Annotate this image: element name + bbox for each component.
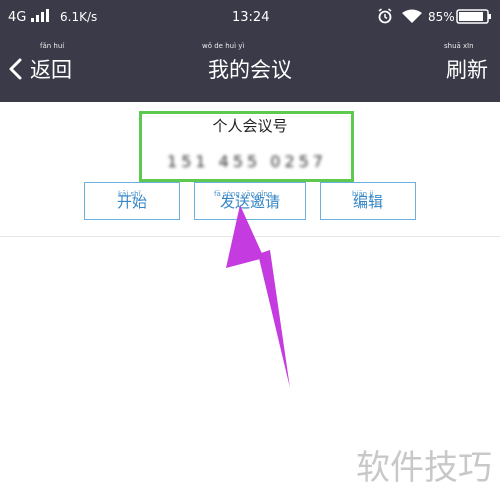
send-invite-pinyin: fā sòng yāo qǐng — [214, 190, 273, 198]
header-bar: 返回 fǎn huí 我的会议 wǒ de huì yì 刷新 shuā xīn — [0, 36, 500, 102]
edit-button[interactable]: 编辑 — [320, 182, 416, 220]
divider — [0, 236, 500, 237]
back-pinyin: fǎn huí — [40, 42, 65, 50]
battery-percent: 85% — [428, 10, 455, 24]
network-speed: 6.1K/s — [60, 10, 98, 24]
page-title: 我的会议 — [208, 58, 292, 82]
refresh-pinyin: shuā xīn — [444, 42, 474, 50]
start-pinyin: kāi shǐ — [118, 190, 141, 198]
battery-icon — [456, 9, 491, 24]
status-bar: 4G 6.1K/s 13:24 85% — [0, 0, 500, 36]
network-type: 4G — [8, 10, 27, 25]
arrow-shaft — [258, 250, 290, 388]
title-pinyin: wǒ de huì yì — [202, 42, 245, 50]
wifi-icon — [402, 9, 422, 23]
watermark: 软件技巧 — [356, 448, 492, 488]
clock: 13:24 — [232, 10, 270, 25]
highlight-box — [139, 111, 354, 182]
refresh-button[interactable]: 刷新 — [446, 54, 488, 84]
alarm-icon — [378, 8, 392, 24]
start-button[interactable]: 开始 — [84, 182, 180, 220]
send-invite-button[interactable]: 发送邀请 — [194, 182, 306, 220]
edit-pinyin: biān jí — [352, 190, 374, 198]
signal-icon — [31, 9, 49, 22]
